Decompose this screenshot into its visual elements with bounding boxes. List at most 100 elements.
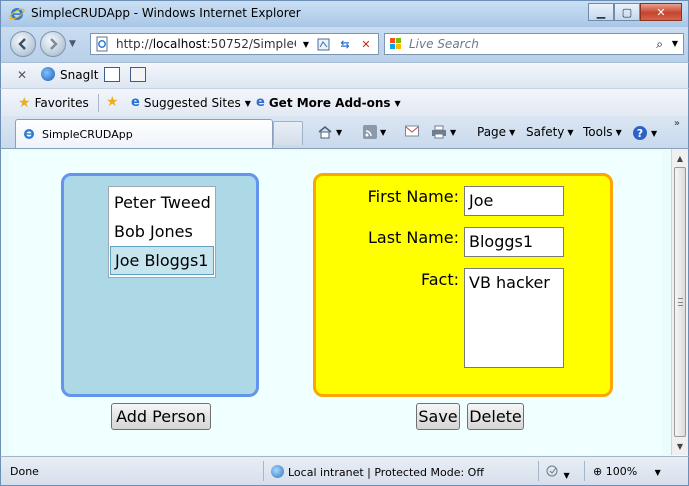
home-button[interactable]: ▼ (317, 125, 342, 139)
status-bar: Done Local intranet | Protected Mode: Of… (0, 456, 689, 486)
globe-icon (271, 465, 284, 478)
recent-pages-dropdown-icon[interactable]: ▼ (69, 39, 76, 49)
chevron-down-icon: ▼ (563, 471, 570, 480)
help-icon: ? (633, 126, 647, 140)
svg-text:?: ? (637, 127, 643, 140)
separator (98, 94, 99, 112)
close-button[interactable]: ✕ (640, 3, 682, 21)
get-more-addons-link[interactable]: e Get More Add-ons ▼ (256, 96, 401, 110)
status-text: Done (10, 465, 39, 478)
search-placeholder: Live Search (409, 37, 479, 51)
tab-page-icon (24, 129, 34, 139)
favorites-star-icon: ★ (18, 95, 31, 111)
last-name-label: Last Name: (367, 228, 459, 247)
toolbar-overflow-icon[interactable]: » (674, 118, 680, 129)
zoom-level: 100% (605, 465, 638, 478)
refresh-icon[interactable]: ⇆ (336, 36, 354, 52)
address-bar[interactable]: http://localhost:50752/SimpleC ▼ ⇆ ✕ (90, 33, 379, 55)
compatibility-view-icon[interactable] (314, 36, 332, 52)
chevron-down-icon: ▼ (567, 127, 574, 137)
fact-label: Fact: (421, 270, 459, 289)
people-listbox[interactable]: Peter Tweed Bob Jones Joe Bloggs1 (108, 186, 216, 278)
scrollbar-thumb[interactable] (674, 167, 686, 437)
chevron-down-icon: ▼ (654, 468, 661, 477)
print-button[interactable]: ▼ (431, 125, 456, 139)
mail-icon (405, 125, 419, 137)
page-menu-label: Page (477, 125, 507, 139)
delete-button[interactable]: Delete (467, 403, 524, 430)
chevron-down-icon: ▼ (450, 127, 457, 137)
suggested-sites-link[interactable]: e Suggested Sites ▼ (131, 96, 251, 110)
minimize-button[interactable]: ▁ (588, 3, 614, 21)
separator (538, 461, 539, 481)
chevron-down-icon: ▼ (380, 127, 387, 137)
protected-mode-button[interactable]: ▼ (546, 465, 570, 481)
stop-icon[interactable]: ✕ (357, 36, 375, 52)
back-button[interactable] (10, 31, 36, 57)
vertical-scrollbar[interactable]: ▲ ▼ (671, 149, 688, 455)
list-item-selected[interactable]: Joe Bloggs1 (110, 246, 214, 275)
scroll-up-icon[interactable]: ▲ (672, 150, 688, 166)
save-button[interactable]: Save (416, 403, 460, 430)
tab-label: SimpleCRUDApp (42, 127, 133, 141)
add-person-button[interactable]: Add Person (111, 403, 211, 430)
back-arrow-icon (18, 38, 26, 50)
security-zone-label: Local intranet | Protected Mode: Off (288, 466, 484, 479)
tools-menu[interactable]: Tools ▼ (583, 125, 622, 139)
silverlight-app: Peter Tweed Bob Jones Joe Bloggs1 First … (9, 151, 662, 455)
ie-logo-icon (9, 8, 25, 20)
chevron-down-icon: ▼ (615, 127, 622, 137)
maximize-button[interactable]: ▢ (614, 3, 640, 21)
people-panel: Peter Tweed Bob Jones Joe Bloggs1 (61, 173, 259, 397)
new-tab-button[interactable] (273, 121, 303, 145)
snagit-capture-icon[interactable] (104, 67, 120, 82)
ie-page-icon: e (256, 95, 265, 110)
snagit-icon[interactable] (41, 67, 55, 81)
snagit-button[interactable]: SnagIt (60, 68, 98, 82)
chevron-down-icon: ▼ (394, 98, 401, 108)
forward-button[interactable] (40, 31, 66, 57)
help-button[interactable]: ? ▼ (632, 125, 657, 141)
navigation-bar: ▼ http://localhost:50752/SimpleC ▼ ⇆ ✕ L… (0, 27, 689, 62)
tools-menu-label: Tools (583, 125, 613, 139)
page-menu[interactable]: Page ▼ (477, 125, 515, 139)
separator (263, 461, 264, 481)
home-icon (318, 126, 332, 139)
address-dropdown-icon[interactable]: ▼ (297, 36, 315, 52)
list-item[interactable]: Peter Tweed (110, 188, 214, 217)
zoom-control[interactable]: ⊕ 100% ▼ (593, 465, 661, 478)
search-icon[interactable]: ⌕ (656, 37, 663, 52)
first-name-label: First Name: (367, 187, 459, 206)
safety-menu-label: Safety (526, 125, 565, 139)
add-favorites-icon: ★ (106, 94, 119, 110)
add-to-favorites-button[interactable]: ★ (106, 94, 119, 110)
chevron-down-icon: ▼ (244, 98, 251, 108)
tab-simplecrudapp[interactable]: SimpleCRUDApp (15, 119, 273, 148)
favorites-button[interactable]: ★ Favorites (18, 96, 89, 110)
list-item[interactable]: Bob Jones (110, 217, 214, 246)
last-name-field[interactable]: Bloggs1 (464, 227, 564, 257)
search-dropdown-icon[interactable]: ▼ (672, 39, 678, 48)
url-path: :50752/SimpleC (206, 37, 296, 51)
tab-bar: SimpleCRUDApp ▼ ▼ ▼ Page ▼ Safety ▼ Tool… (0, 116, 689, 148)
url-prefix: http:// (116, 37, 153, 51)
scroll-down-icon[interactable]: ▼ (672, 438, 688, 454)
safety-menu[interactable]: Safety ▼ (526, 125, 574, 139)
close-toolbar-icon[interactable]: ✕ (17, 68, 27, 82)
first-name-field[interactable]: Joe (464, 186, 564, 216)
get-addons-label: Get More Add-ons (268, 96, 391, 110)
url-text[interactable]: http://localhost:50752/SimpleC (116, 37, 296, 51)
read-mail-button[interactable] (405, 125, 419, 137)
shield-icon (546, 465, 558, 477)
feeds-button[interactable]: ▼ (363, 125, 386, 139)
url-host: localhost (152, 37, 207, 51)
printer-icon (432, 125, 446, 139)
title-bar: SimpleCRUDApp - Windows Internet Explore… (0, 0, 689, 27)
fact-field[interactable]: VB hacker (464, 268, 564, 368)
search-box[interactable]: Live Search ⌕ ▼ (384, 33, 684, 55)
chevron-down-icon: ▼ (336, 127, 343, 137)
page-icon (96, 36, 108, 52)
chevron-down-icon: ▼ (651, 128, 658, 138)
snagit-editor-icon[interactable] (130, 67, 146, 82)
security-zone[interactable]: Local intranet | Protected Mode: Off (271, 465, 484, 479)
